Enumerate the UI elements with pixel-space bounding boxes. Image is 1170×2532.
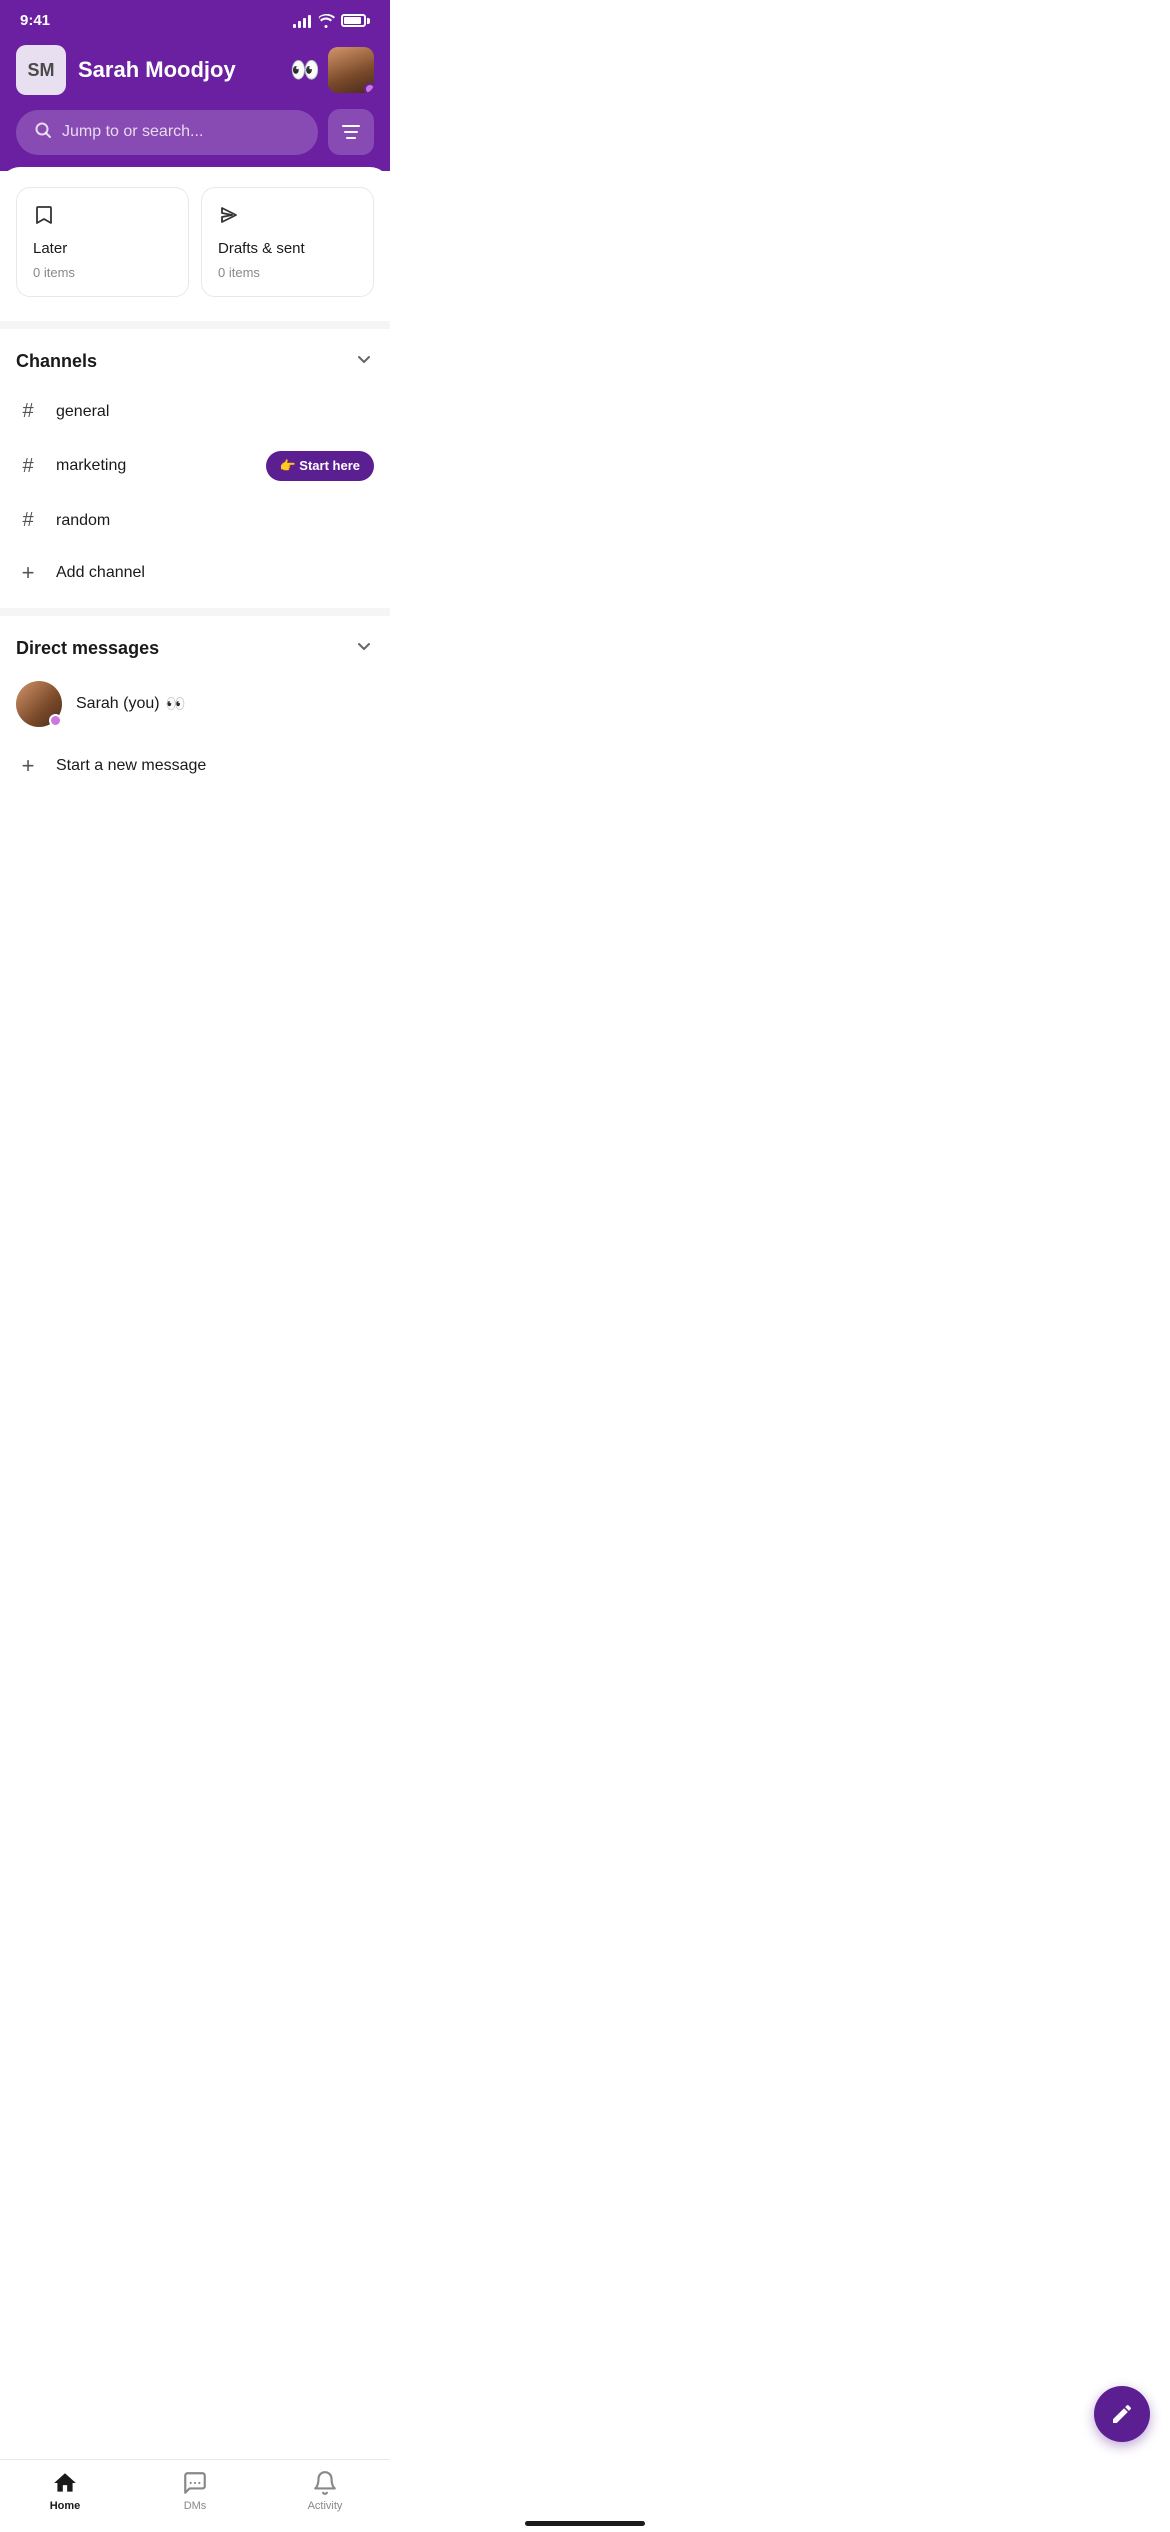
- channels-section-header: Channels: [0, 333, 390, 382]
- nav-item-home[interactable]: Home: [0, 2470, 130, 2512]
- header: SM Sarah Moodjoy 👀 Jump to or search...: [0, 37, 390, 171]
- user-name: Sarah Moodjoy: [78, 57, 236, 83]
- dm-avatar-sarah: [16, 681, 62, 727]
- search-container: Jump to or search...: [16, 109, 374, 155]
- activity-bell-icon: [312, 2470, 338, 2496]
- search-icon: [34, 121, 52, 144]
- status-icons: [293, 14, 370, 28]
- compose-icon: [1110, 2402, 1134, 2426]
- home-indicator: [525, 2521, 645, 2526]
- dms-icon: [182, 2470, 208, 2496]
- filter-button[interactable]: [328, 109, 374, 155]
- filter-icon: [342, 125, 360, 139]
- plus-icon-channel: +: [16, 560, 40, 586]
- channel-name-marketing: marketing: [56, 457, 250, 475]
- bookmark-icon: [33, 204, 172, 232]
- dm-name-sarah: Sarah (you) 👀: [76, 694, 186, 714]
- section-divider-1: [0, 321, 390, 329]
- online-status-dot: [364, 83, 374, 93]
- wifi-icon: [317, 14, 335, 28]
- dm-title: Direct messages: [16, 638, 159, 659]
- user-avatar-photo[interactable]: [328, 47, 374, 93]
- later-title: Later: [33, 240, 172, 257]
- nav-label-home: Home: [50, 2500, 81, 2512]
- dm-chevron-icon[interactable]: [354, 636, 374, 661]
- nav-label-activity: Activity: [308, 2500, 343, 2512]
- later-card[interactable]: Later 0 items: [16, 187, 189, 297]
- plus-icon-dm: +: [16, 753, 40, 779]
- dm-section-header: Direct messages: [0, 620, 390, 669]
- nav-item-activity[interactable]: Activity: [260, 2470, 390, 2512]
- drafts-title: Drafts & sent: [218, 240, 357, 257]
- search-placeholder: Jump to or search...: [62, 123, 203, 141]
- signal-icon: [293, 14, 311, 28]
- dm-item-sarah[interactable]: Sarah (you) 👀: [0, 669, 390, 739]
- quick-actions: Later 0 items Drafts & sent 0 items: [0, 167, 390, 317]
- add-channel-item[interactable]: + Add channel: [0, 546, 390, 600]
- hash-icon-random: #: [16, 509, 40, 532]
- start-here-badge: 👉 Start here: [266, 451, 375, 481]
- search-bar[interactable]: Jump to or search...: [16, 110, 318, 155]
- channels-chevron-icon[interactable]: [354, 349, 374, 374]
- add-dm-label: Start a new message: [56, 757, 206, 775]
- drafts-subtitle: 0 items: [218, 265, 357, 280]
- status-time: 9:41: [20, 12, 50, 29]
- channel-name-random: random: [56, 512, 374, 530]
- channel-item-marketing[interactable]: # marketing 👉 Start here: [0, 437, 390, 495]
- home-icon: [52, 2470, 78, 2496]
- status-bar: 9:41: [0, 0, 390, 37]
- eyes-emoji[interactable]: 👀: [290, 56, 320, 85]
- section-divider-2: [0, 608, 390, 616]
- main-content: Later 0 items Drafts & sent 0 items Chan…: [0, 167, 390, 873]
- compose-fab-button[interactable]: [1094, 2386, 1150, 2442]
- hash-icon-marketing: #: [16, 455, 40, 478]
- nav-label-dms: DMs: [184, 2500, 207, 2512]
- later-subtitle: 0 items: [33, 265, 172, 280]
- add-dm-item[interactable]: + Start a new message: [0, 739, 390, 793]
- add-channel-label: Add channel: [56, 564, 145, 582]
- bottom-nav: Home DMs Activity: [0, 2459, 390, 2532]
- battery-icon: [341, 14, 370, 27]
- hash-icon: #: [16, 400, 40, 423]
- channel-list: # general # marketing 👉 Start here # ran…: [0, 382, 390, 604]
- channels-title: Channels: [16, 351, 97, 372]
- channel-name-general: general: [56, 403, 374, 421]
- user-info: SM Sarah Moodjoy: [16, 45, 236, 95]
- avatar-initials: SM: [16, 45, 66, 95]
- send-icon: [218, 204, 357, 232]
- drafts-card[interactable]: Drafts & sent 0 items: [201, 187, 374, 297]
- channel-item-general[interactable]: # general: [0, 386, 390, 437]
- channel-item-random[interactable]: # random: [0, 495, 390, 546]
- header-actions: 👀: [290, 47, 374, 93]
- nav-item-dms[interactable]: DMs: [130, 2470, 260, 2512]
- dm-online-dot: [49, 714, 62, 727]
